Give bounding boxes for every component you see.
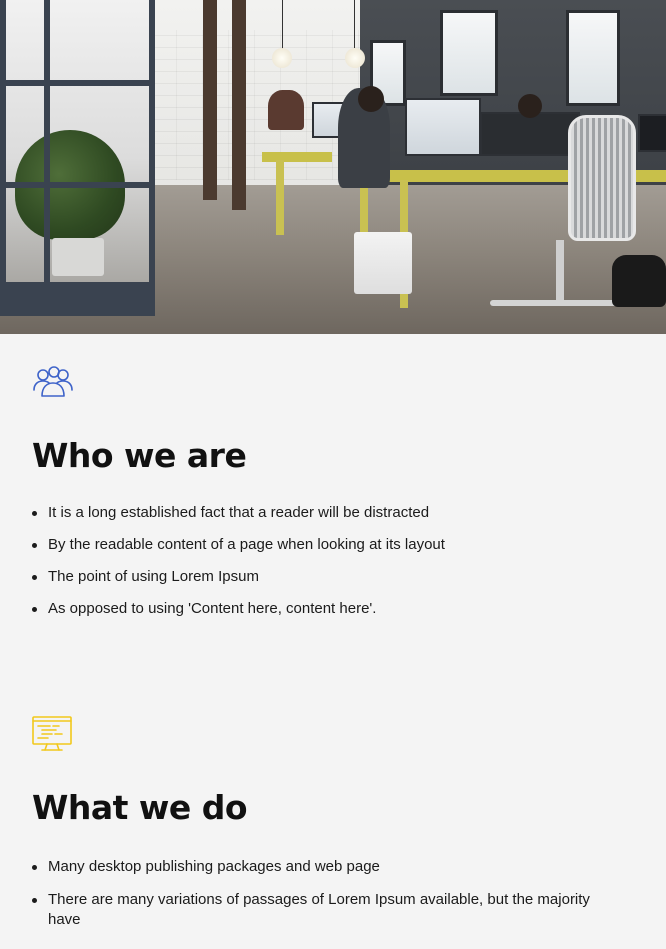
hero-pendant-lamp: [272, 48, 292, 68]
hero-door-frame: [44, 0, 50, 316]
hero-door-frame: [0, 282, 155, 316]
list-item: It is a long established fact that a rea…: [32, 503, 632, 523]
hero-pillar: [203, 0, 217, 200]
hero-window: [566, 10, 620, 106]
bullet-list: Many desktop publishing packages and web…: [32, 857, 592, 930]
hero-person-head: [358, 86, 384, 112]
hero-bag: [612, 255, 666, 307]
hero-lamp-cord: [282, 0, 283, 50]
hero-desk-leg: [276, 160, 284, 235]
hero-monitor: [638, 114, 666, 152]
hero-person-head: [518, 94, 542, 118]
section-what-we-do: What we do Many desktop publishing packa…: [32, 716, 632, 930]
hero-pillar: [232, 0, 246, 210]
people-group-icon: [32, 366, 632, 402]
monitor-code-icon: [32, 716, 632, 756]
hero-chair-base: [490, 300, 630, 306]
bullet-list: It is a long established fact that a rea…: [32, 503, 632, 619]
hero-trash-bin: [354, 232, 412, 294]
section-title: Who we are: [32, 436, 247, 475]
hero-door-frame: [149, 0, 155, 316]
hero-office-chair: [568, 115, 636, 241]
hero-pendant-lamp: [345, 48, 365, 68]
hero-door-frame: [0, 80, 155, 86]
hero-office-image: [0, 0, 666, 334]
hero-lamp-cord: [354, 0, 355, 48]
section-who-we-are: Who we are It is a long established fact…: [32, 366, 632, 619]
hero-plant-pot: [52, 238, 104, 276]
hero-door-frame: [0, 0, 6, 316]
section-title: What we do: [32, 788, 248, 827]
hero-person: [268, 90, 304, 130]
hero-window: [440, 10, 498, 96]
hero-desk: [262, 152, 332, 162]
hero-monitor: [405, 98, 481, 156]
hero-desk-leg: [360, 180, 368, 240]
list-item: Many desktop publishing packages and web…: [32, 857, 592, 877]
list-item: There are many variations of passages of…: [32, 890, 592, 930]
hero-door-frame: [0, 182, 155, 188]
list-item: As opposed to using 'Content here, conte…: [32, 599, 632, 619]
hero-monitor: [480, 112, 580, 156]
page: Who we are It is a long established fact…: [0, 0, 666, 949]
hero-chair-stem: [556, 240, 564, 302]
list-item: By the readable content of a page when l…: [32, 535, 632, 555]
list-item: The point of using Lorem Ipsum: [32, 567, 632, 587]
